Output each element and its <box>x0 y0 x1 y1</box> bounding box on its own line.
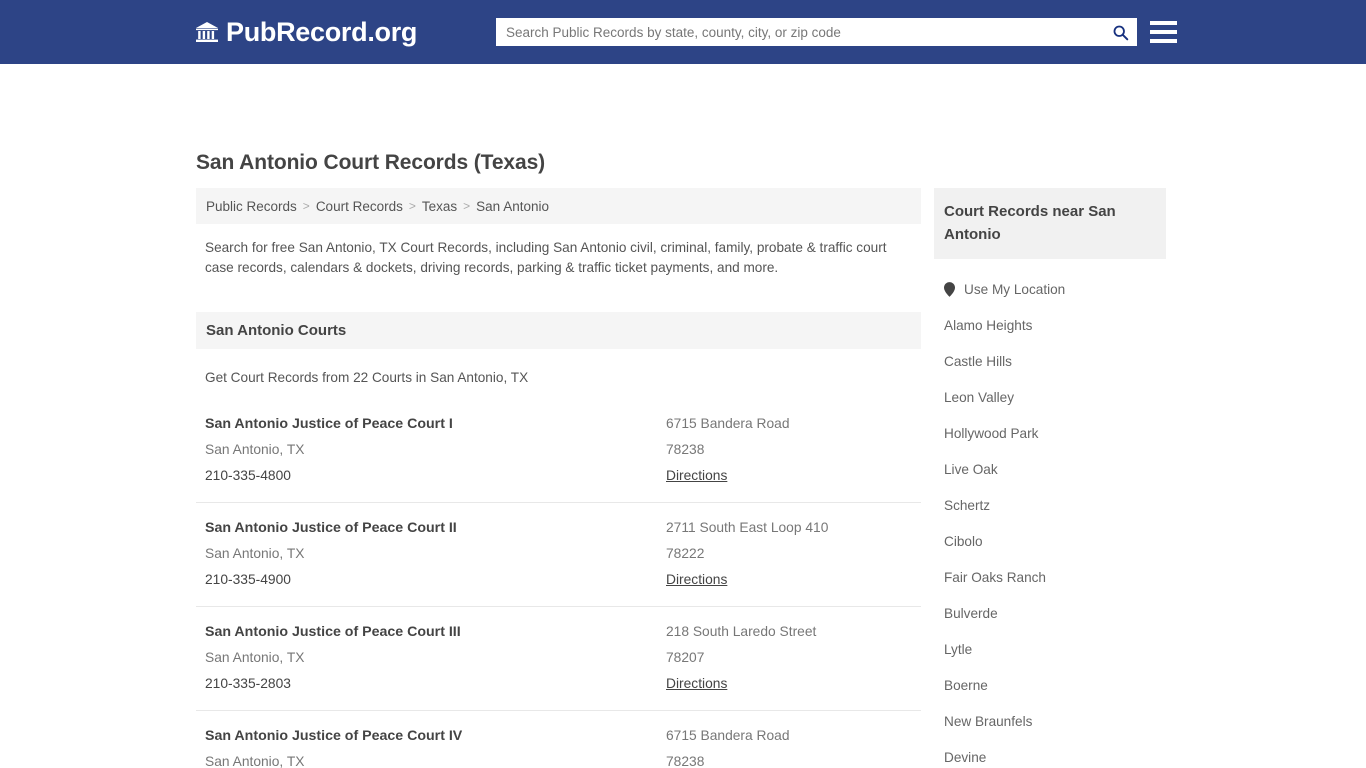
sidebar-item-bulverde[interactable]: Bulverde <box>934 595 1166 631</box>
court-name[interactable]: San Antonio Justice of Peace Court IV <box>205 723 666 749</box>
sidebar-item-hollywood-park[interactable]: Hollywood Park <box>934 415 1166 451</box>
sidebar-item-label: Schertz <box>944 497 991 513</box>
table-row: San Antonio Justice of Peace Court I San… <box>196 399 921 502</box>
sidebar-item-devine[interactable]: Devine <box>934 739 1166 768</box>
court-info-column: San Antonio Justice of Peace Court II Sa… <box>196 515 666 593</box>
court-address-column: 218 South Laredo Street 78207 Directions <box>666 619 921 697</box>
court-city: San Antonio, TX <box>205 442 305 457</box>
court-zip: 78207 <box>666 650 705 665</box>
court-phone: 210-335-4900 <box>205 572 291 587</box>
sidebar-city-list: Use My Location Alamo Heights Castle Hil… <box>934 271 1166 768</box>
court-city: San Antonio, TX <box>205 754 305 768</box>
court-name[interactable]: San Antonio Justice of Peace Court I <box>205 411 666 437</box>
sidebar-item-label: Boerne <box>944 677 988 693</box>
sidebar-item-new-braunfels[interactable]: New Braunfels <box>934 703 1166 739</box>
directions-link[interactable]: Directions <box>666 463 727 489</box>
sidebar-item-label: Use My Location <box>964 281 1066 297</box>
sidebar-item-label: Castle Hills <box>944 353 1012 369</box>
court-city: San Antonio, TX <box>205 546 305 561</box>
table-row: San Antonio Justice of Peace Court IV Sa… <box>196 710 921 768</box>
table-row: San Antonio Justice of Peace Court II Sa… <box>196 502 921 606</box>
sidebar-item-label: Devine <box>944 749 987 765</box>
sidebar-item-label: New Braunfels <box>944 713 1033 729</box>
court-street: 218 South Laredo Street <box>666 624 817 639</box>
search-icon <box>1113 25 1128 40</box>
court-address-column: 2711 South East Loop 410 78222 Direction… <box>666 515 921 593</box>
court-info-column: San Antonio Justice of Peace Court III S… <box>196 619 666 697</box>
hamburger-menu-button[interactable] <box>1150 18 1177 46</box>
court-address-column: 6715 Bandera Road 78238 Directions <box>666 411 921 489</box>
court-info-column: San Antonio Justice of Peace Court I San… <box>196 411 666 489</box>
page-description: Search for free San Antonio, TX Court Re… <box>205 240 887 275</box>
classical-building-icon <box>196 22 218 42</box>
hamburger-bar-1 <box>1150 21 1177 25</box>
sidebar-item-live-oak[interactable]: Live Oak <box>934 451 1166 487</box>
court-street: 6715 Bandera Road <box>666 728 790 743</box>
sidebar-item-label: Alamo Heights <box>944 317 1033 333</box>
court-phone: 210-335-4800 <box>205 468 291 483</box>
court-zip: 78238 <box>666 754 705 768</box>
court-phone: 210-335-2803 <box>205 676 291 691</box>
sidebar-item-cibolo[interactable]: Cibolo <box>934 523 1166 559</box>
court-street: 2711 South East Loop 410 <box>666 520 829 535</box>
hamburger-bar-3 <box>1150 39 1177 43</box>
sidebar-item-label: Hollywood Park <box>944 425 1039 441</box>
court-city: San Antonio, TX <box>205 650 305 665</box>
sidebar-item-castle-hills[interactable]: Castle Hills <box>934 343 1166 379</box>
search-bar <box>496 18 1137 46</box>
court-info-column: San Antonio Justice of Peace Court IV Sa… <box>196 723 666 768</box>
page-title: San Antonio Court Records (Texas) <box>196 151 546 174</box>
site-logo-link[interactable]: PubRecord.org <box>195 16 418 47</box>
breadcrumb-item-court-records[interactable]: Court Records <box>316 199 403 214</box>
breadcrumb-separator-icon: > <box>463 199 471 213</box>
court-zip: 78222 <box>666 546 705 561</box>
breadcrumb-separator-icon: > <box>302 199 310 213</box>
breadcrumb: Public Records > Court Records > Texas >… <box>196 188 921 224</box>
sidebar-item-label: Bulverde <box>944 605 998 621</box>
table-row: San Antonio Justice of Peace Court III S… <box>196 606 921 710</box>
site-header: PubRecord.org <box>0 0 1366 64</box>
breadcrumb-item-public-records[interactable]: Public Records <box>206 199 297 214</box>
sidebar-item-schertz[interactable]: Schertz <box>934 487 1166 523</box>
search-input[interactable] <box>496 19 1103 45</box>
sidebar-item-fair-oaks-ranch[interactable]: Fair Oaks Ranch <box>934 559 1166 595</box>
court-street: 6715 Bandera Road <box>666 416 790 431</box>
search-button[interactable] <box>1103 18 1137 46</box>
court-list: San Antonio Justice of Peace Court I San… <box>196 399 921 768</box>
court-address-column: 6715 Bandera Road 78238 Directions <box>666 723 921 768</box>
map-pin-icon <box>944 281 955 297</box>
sidebar-item-label: Cibolo <box>944 533 983 549</box>
main-content-column: Public Records > Court Records > Texas >… <box>196 188 921 768</box>
sidebar-item-leon-valley[interactable]: Leon Valley <box>934 379 1166 415</box>
hamburger-bar-2 <box>1150 30 1177 34</box>
sidebar-item-boerne[interactable]: Boerne <box>934 667 1166 703</box>
sidebar-item-label: Live Oak <box>944 461 998 477</box>
sidebar-item-label: Fair Oaks Ranch <box>944 569 1046 585</box>
court-name[interactable]: San Antonio Justice of Peace Court II <box>205 515 666 541</box>
sidebar-item-lytle[interactable]: Lytle <box>934 631 1166 667</box>
breadcrumb-separator-icon: > <box>408 199 416 213</box>
directions-link[interactable]: Directions <box>666 671 727 697</box>
directions-link[interactable]: Directions <box>666 567 727 593</box>
sidebar-item-alamo-heights[interactable]: Alamo Heights <box>934 307 1166 343</box>
courts-section-heading: San Antonio Courts <box>196 312 921 349</box>
court-zip: 78238 <box>666 442 705 457</box>
sidebar-heading: Court Records near San Antonio <box>934 188 1166 259</box>
breadcrumb-item-texas[interactable]: Texas <box>422 199 457 214</box>
site-brand-name: PubRecord.org <box>226 16 418 47</box>
sidebar-item-label: Lytle <box>944 641 973 657</box>
sidebar-item-use-my-location[interactable]: Use My Location <box>934 271 1166 307</box>
sidebar-item-label: Leon Valley <box>944 389 1015 405</box>
nearby-courts-sidebar: Court Records near San Antonio Use My Lo… <box>934 188 1166 768</box>
breadcrumb-item-san-antonio: San Antonio <box>476 198 549 214</box>
court-name[interactable]: San Antonio Justice of Peace Court III <box>205 619 666 645</box>
courts-section-subheading: Get Court Records from 22 Courts in San … <box>205 370 529 385</box>
